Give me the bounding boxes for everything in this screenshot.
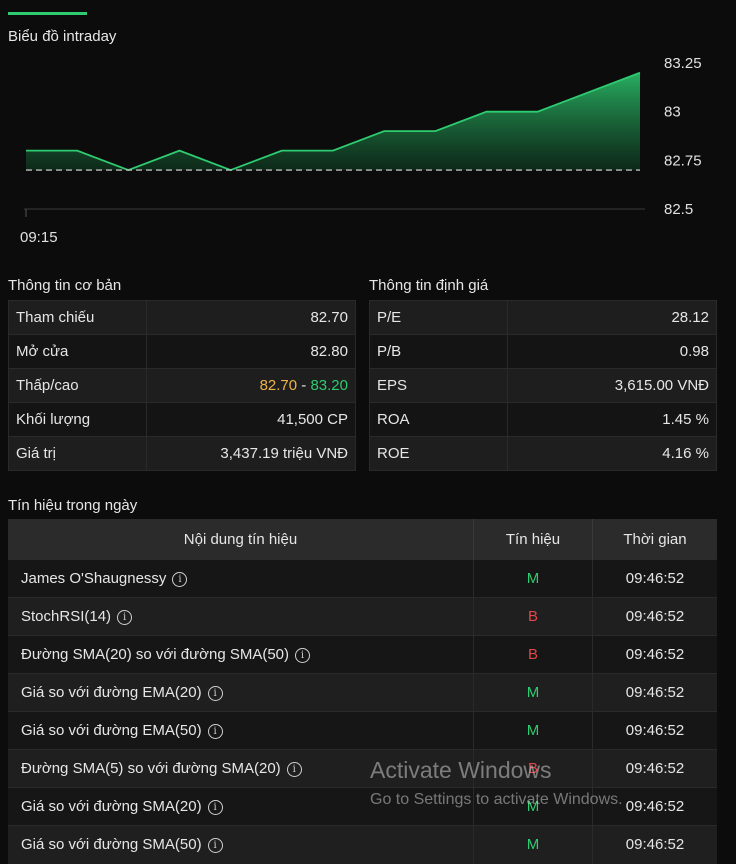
y-tick-label: 82.5 [664,201,693,218]
activate-windows-title: Activate Windows [370,757,552,783]
pb-label: P/B [369,334,508,369]
signal-value: M [473,711,593,750]
signal-time: 09:46:52 [592,825,717,864]
signal-name: Giá so với đường EMA(20) i [8,673,474,712]
table-row[interactable]: StochRSI(14) i B 09:46:52 [8,597,717,636]
table-row: ROE 4.16 % [369,436,717,471]
signals-title: Tín hiệu trong ngày [8,497,138,514]
open-value: 82.80 [146,334,356,369]
price-area-fill [26,72,640,171]
signal-name: Giá so với đường SMA(50) i [8,825,474,864]
activate-windows-subtitle: Go to Settings to activate Windows. [370,791,623,808]
signal-time: 09:46:52 [592,673,717,712]
table-row: P/B 0.98 [369,334,717,369]
roa-value: 1.45 % [507,402,717,437]
signal-name: Giá so với đường EMA(50) i [8,711,474,750]
low-high-label: Thấp/cao [8,368,147,403]
roe-value: 4.16 % [507,436,717,471]
valuation-table: P/E 28.12 P/B 0.98 EPS 3,615.00 VNĐ ROA … [369,300,717,471]
low-high-separator: - [297,377,311,394]
table-row: ROA 1.45 % [369,402,717,437]
tab-bar[interactable] [0,0,736,16]
table-row[interactable]: Giá so với đường EMA(50) i M 09:46:52 [8,711,717,750]
signal-name-text: Giá so với đường EMA(50) [21,722,202,739]
info-icon[interactable]: i [286,761,302,777]
signal-name-text: Giá so với đường SMA(50) [21,836,202,854]
reference-value: 82.70 [146,300,356,335]
low-high-value: 82.70 - 83.20 [146,368,356,403]
signal-time: 09:46:52 [592,559,717,598]
info-icon[interactable]: i [207,837,223,853]
table-row: Mở cửa 82.80 [8,334,356,369]
basic-info-title: Thông tin cơ bản [8,277,122,294]
signals-table: Nội dung tín hiệu Tín hiệu Thời gian Jam… [8,519,717,864]
info-icon[interactable]: i [207,685,223,701]
x-tick-label: 09:15 [20,229,58,246]
signal-name-text: Đường SMA(20) so với đường SMA(50) [21,646,290,663]
eps-label: EPS [369,368,508,403]
table-row[interactable]: Giá so với đường EMA(20) i M 09:46:52 [8,673,717,712]
table-row: Giá trị 3,437.19 triệu VNĐ [8,436,356,471]
table-row[interactable]: James O'Shaugnessy i M 09:46:52 [8,559,717,598]
low-value: 82.70 [259,377,298,394]
signal-value: M [473,825,593,864]
pe-label: P/E [369,300,508,335]
signal-time: 09:46:52 [592,597,717,636]
pb-value: 0.98 [507,334,717,369]
info-icon[interactable]: i [207,799,223,815]
info-icon[interactable]: i [207,723,223,739]
table-row: EPS 3,615.00 VNĐ [369,368,717,403]
table-row[interactable]: Đường SMA(20) so với đường SMA(50) i B 09:4… [8,635,717,674]
signal-value: M [473,559,593,598]
value-label: Giá trị [8,436,147,471]
chart-title: Biểu đồ intraday [8,28,117,45]
signal-name-text: James O'Shaugnessy [21,570,167,587]
signal-value: B [473,597,593,636]
table-row: P/E 28.12 [369,300,717,335]
signal-value: M [473,673,593,712]
basic-info-table: Tham chiếu 82.70 Mở cửa 82.80 Thấp/cao 8… [8,300,356,471]
info-icon[interactable]: i [117,609,133,625]
active-tab-indicator [8,12,87,15]
signal-name-text: Giá so với đường SMA(20) [21,798,202,815]
signal-time: 09:46:52 [592,635,717,674]
valuation-title: Thông tin định giá [369,277,489,294]
table-header-row: Nội dung tín hiệu Tín hiệu Thời gian [8,519,717,560]
roa-label: ROA [369,402,508,437]
signal-value: B [473,635,593,674]
y-tick-label: 82.75 [664,152,702,169]
roe-label: ROE [369,436,508,471]
signal-name-text: StochRSI(14) [21,608,112,625]
info-icon[interactable]: i [295,647,311,663]
table-row: Khối lượng 41,500 CP [8,402,356,437]
reference-label: Tham chiếu [8,300,147,335]
eps-value: 3,615.00 VNĐ [507,368,717,403]
pe-value: 28.12 [507,300,717,335]
signal-name: James O'Shaugnessy i [8,559,474,598]
signal-time: 09:46:52 [592,711,717,750]
signal-name-text: Giá so với đường EMA(20) [21,684,202,701]
header-signal-content[interactable]: Nội dung tín hiệu [8,519,474,560]
high-value: 83.20 [310,377,348,394]
table-row[interactable]: Đường SMA(5) so với đường SMA(20) i B 09:46… [8,749,717,788]
value-value: 3,437.19 triệu VNĐ [146,436,356,471]
header-time[interactable]: Thời gian [592,519,717,560]
volume-label: Khối lượng [8,402,147,437]
signal-name: StochRSI(14) i [8,597,474,636]
signal-name: Đường SMA(20) so với đường SMA(50) i [8,635,474,674]
signal-name-text: Đường SMA(5) so với đường SMA(20) [21,760,281,777]
open-label: Mở cửa [8,334,147,369]
signal-time: 09:46:52 [592,749,717,788]
header-signal[interactable]: Tín hiệu [473,519,593,560]
table-row[interactable]: Giá so với đường SMA(50) i M 09:46:52 [8,825,717,864]
table-row: Tham chiếu 82.70 [8,300,356,335]
table-row: Thấp/cao 82.70 - 83.20 [8,368,356,403]
y-tick-label: 83 [664,104,681,121]
volume-value: 41,500 CP [146,402,356,437]
y-tick-label: 83.25 [664,55,702,72]
intraday-chart[interactable]: 83.25 83 82.75 82.5 09:15 [0,50,736,250]
info-icon[interactable]: i [172,571,188,587]
